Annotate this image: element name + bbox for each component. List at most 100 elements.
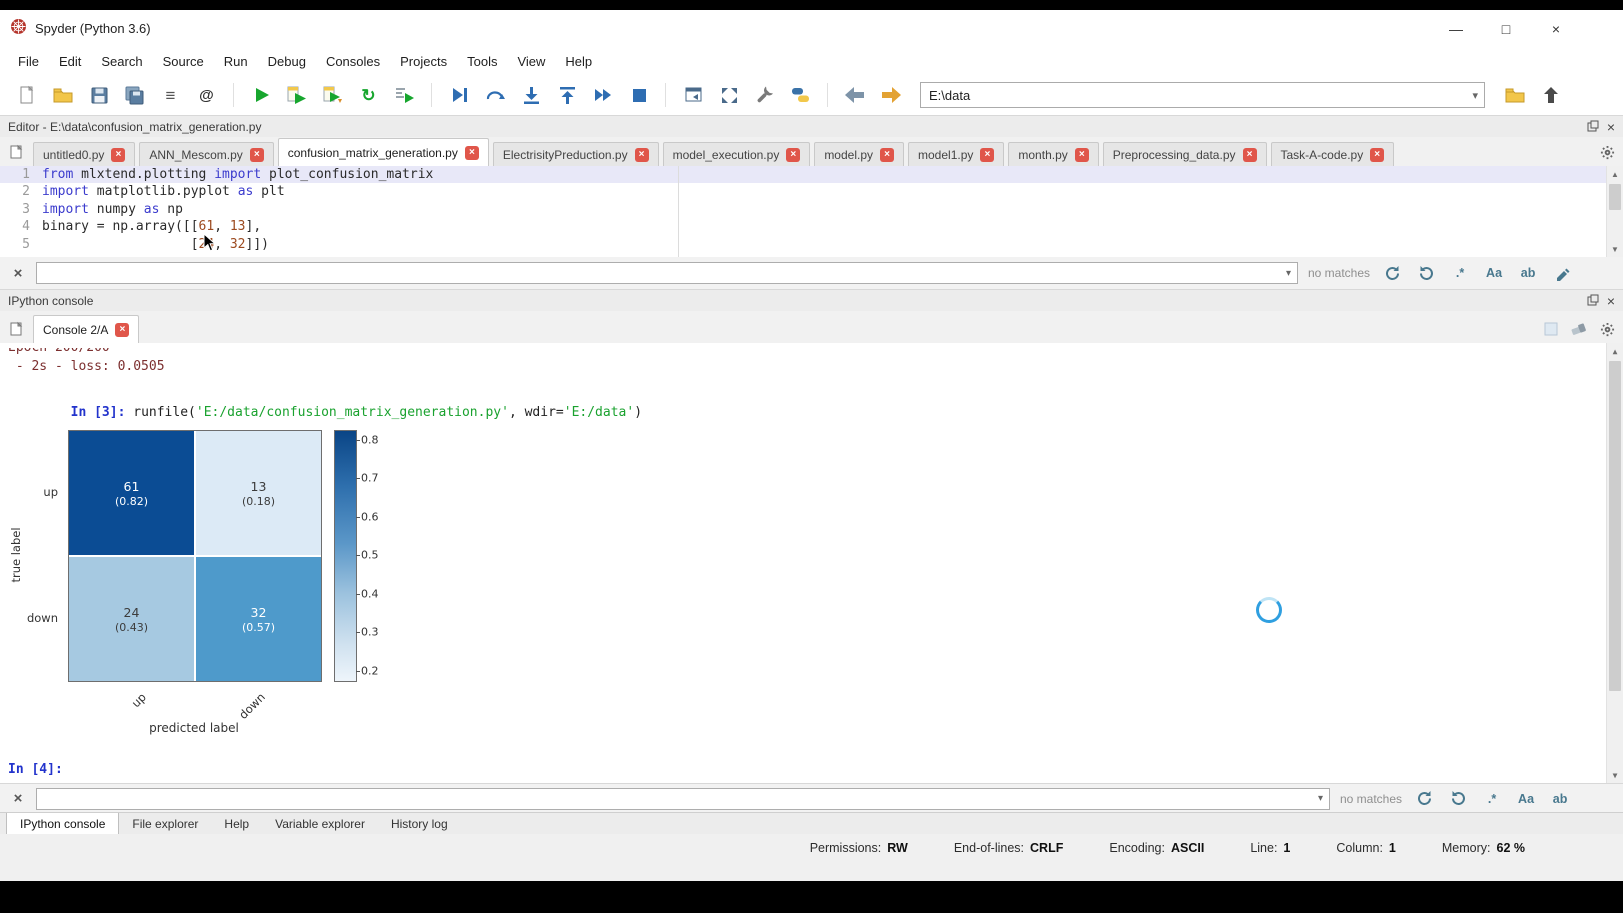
menu-source[interactable]: Source (153, 50, 214, 73)
maximize-button[interactable]: □ (1481, 10, 1531, 47)
tab-close-icon[interactable]: × (465, 146, 479, 160)
chevron-down-icon[interactable]: ▾ (1318, 793, 1323, 804)
close-find-icon[interactable]: × (10, 790, 26, 807)
save-all-icon[interactable] (120, 81, 149, 110)
editor-tab[interactable]: ElectrisityPreduction.py× (493, 142, 659, 166)
close-button[interactable]: × (1531, 10, 1581, 47)
step-return-icon[interactable] (552, 81, 581, 110)
pythonpath-manager-icon[interactable] (786, 81, 815, 110)
step-icon[interactable] (480, 81, 509, 110)
tab-close-icon[interactable]: × (980, 148, 994, 162)
console-tab-active[interactable]: Console 2/A × (33, 315, 139, 343)
tab-close-icon[interactable]: × (250, 148, 264, 162)
undock-pane-icon[interactable] (1587, 294, 1599, 309)
case-sensitive-toggle-icon[interactable]: Aa (1482, 262, 1506, 284)
tab-close-icon[interactable]: × (786, 148, 800, 162)
find-next-icon[interactable] (1414, 262, 1438, 284)
stop-icon[interactable] (624, 81, 653, 110)
undock-pane-icon[interactable] (1587, 120, 1599, 135)
tab-close-icon[interactable]: × (880, 148, 894, 162)
new-console-icon[interactable] (5, 317, 29, 341)
console-scrollbar[interactable]: ▲ ▼ (1606, 343, 1623, 783)
find-previous-icon[interactable] (1412, 788, 1436, 810)
editor-tab[interactable]: Preprocessing_data.py× (1103, 142, 1267, 166)
find-input[interactable]: ▾ (36, 262, 1298, 284)
minimize-button[interactable]: — (1431, 10, 1481, 47)
editor-scrollbar[interactable]: ▲ ▼ (1606, 166, 1623, 257)
tab-close-icon[interactable]: × (111, 148, 125, 162)
editor-tab[interactable]: month.py× (1008, 142, 1098, 166)
scroll-down-icon[interactable]: ▼ (1607, 241, 1623, 257)
scrollbar-thumb[interactable] (1609, 184, 1621, 210)
regex-toggle-icon[interactable]: .* (1480, 788, 1504, 810)
editor-tab[interactable]: ANN_Mescom.py× (139, 142, 273, 166)
whole-words-toggle-icon[interactable]: ab (1516, 262, 1540, 284)
run-cell-advance-icon[interactable] (318, 81, 347, 110)
parent-directory-icon[interactable] (1536, 81, 1565, 110)
find-previous-icon[interactable] (1380, 262, 1404, 284)
editor-tab[interactable]: untitled0.py× (33, 142, 135, 166)
run-cell-icon[interactable] (282, 81, 311, 110)
debug-icon[interactable] (444, 81, 473, 110)
editor-tab[interactable]: model_execution.py× (663, 142, 811, 166)
console-options-gear-icon[interactable] (1595, 317, 1619, 341)
run-selection-icon[interactable] (390, 81, 419, 110)
open-file-icon[interactable] (48, 81, 77, 110)
browse-working-directory-icon[interactable] (1500, 81, 1529, 110)
pane-tab-history-log[interactable]: History log (378, 813, 461, 835)
tab-close-icon[interactable]: × (1075, 148, 1089, 162)
menu-projects[interactable]: Projects (390, 50, 457, 73)
editor-tab[interactable]: Task-A-code.py× (1271, 142, 1395, 166)
step-into-icon[interactable] (516, 81, 545, 110)
new-file-icon[interactable] (12, 81, 41, 110)
pane-tab-ipython-console[interactable]: IPython console (6, 813, 119, 835)
editor-tab[interactable]: model.py× (814, 142, 904, 166)
tab-close-icon[interactable]: × (1370, 148, 1384, 162)
pane-tab-file-explorer[interactable]: File explorer (119, 813, 211, 835)
close-pane-icon[interactable]: × (1607, 120, 1615, 134)
close-find-icon[interactable]: × (10, 265, 26, 282)
scroll-up-icon[interactable]: ▲ (1607, 343, 1623, 359)
close-pane-icon[interactable]: × (1607, 294, 1615, 308)
menu-tools[interactable]: Tools (457, 50, 507, 73)
case-sensitive-toggle-icon[interactable]: Aa (1514, 788, 1538, 810)
forward-icon[interactable] (876, 81, 905, 110)
back-icon[interactable] (840, 81, 869, 110)
regex-toggle-icon[interactable]: .* (1448, 262, 1472, 284)
highlight-matches-icon[interactable] (1550, 262, 1574, 284)
tab-close-icon[interactable]: × (635, 148, 649, 162)
console-output[interactable]: Epoch 200/200 - 2s - loss: 0.0505 In [3]… (0, 343, 1623, 783)
scroll-up-icon[interactable]: ▲ (1607, 166, 1623, 182)
browse-tabs-icon[interactable] (5, 140, 29, 164)
fullscreen-icon[interactable] (714, 81, 743, 110)
menu-run[interactable]: Run (214, 50, 258, 73)
working-directory-combo[interactable]: E:\data ▾ (920, 82, 1485, 108)
pane-tab-help[interactable]: Help (211, 813, 262, 835)
continue-icon[interactable] (588, 81, 617, 110)
tab-options-gear-icon[interactable] (1595, 140, 1619, 164)
run-icon[interactable] (246, 81, 275, 110)
scrollbar-thumb[interactable] (1609, 361, 1621, 691)
tab-close-icon[interactable]: × (1243, 148, 1257, 162)
menu-help[interactable]: Help (555, 50, 602, 73)
editor-tab-active[interactable]: confusion_matrix_generation.py× (278, 138, 489, 166)
code-editor[interactable]: 1from mlxtend.plotting import plot_confu… (0, 166, 1623, 257)
menu-search[interactable]: Search (91, 50, 152, 73)
menu-view[interactable]: View (507, 50, 555, 73)
rerun-cell-icon[interactable]: ↻ (354, 81, 383, 110)
save-icon[interactable] (84, 81, 113, 110)
chevron-down-icon[interactable]: ▾ (1286, 268, 1291, 279)
menu-file[interactable]: File (8, 50, 49, 73)
find-next-icon[interactable] (1446, 788, 1470, 810)
find-symbols-icon[interactable]: @ (192, 81, 221, 110)
menu-debug[interactable]: Debug (258, 50, 316, 73)
maximize-pane-icon[interactable] (678, 81, 707, 110)
menu-consoles[interactable]: Consoles (316, 50, 390, 73)
whole-words-toggle-icon[interactable]: ab (1548, 788, 1572, 810)
scroll-down-icon[interactable]: ▼ (1607, 767, 1623, 783)
tab-close-icon[interactable]: × (115, 323, 129, 337)
find-input[interactable]: ▾ (36, 788, 1330, 810)
clear-console-icon[interactable] (1567, 317, 1591, 341)
editor-tab[interactable]: model1.py× (908, 142, 1004, 166)
file-switcher-icon[interactable]: ≡ (156, 81, 185, 110)
